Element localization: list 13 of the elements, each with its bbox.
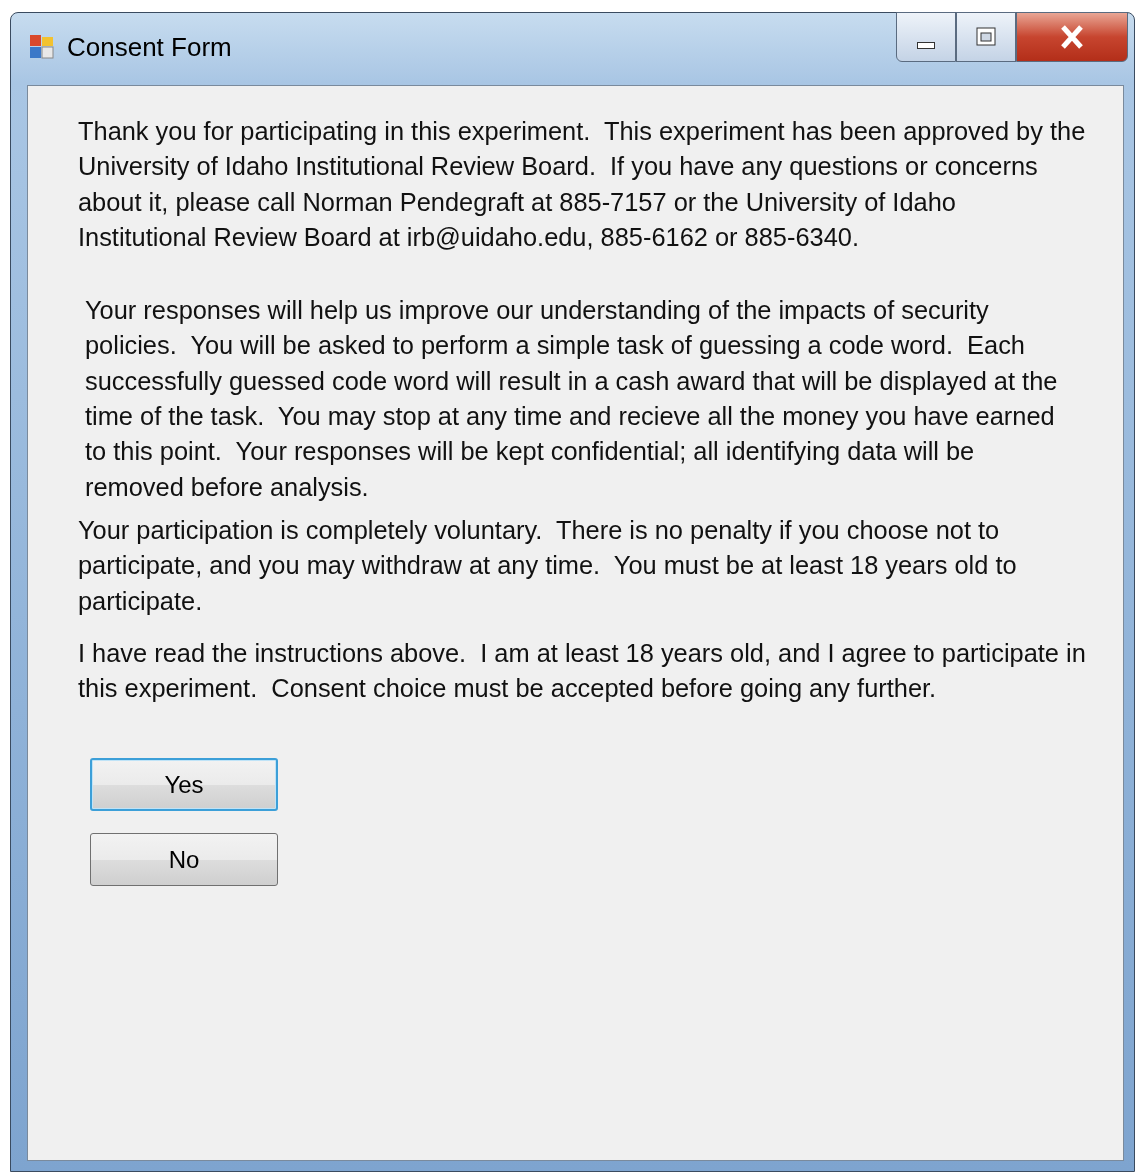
consent-paragraph: Thank you for participating in this experiment. This experiment has been approved by the University of Idaho Institutional Review Board. If you have any questions or concerns about it, please call Norman Pendegraft at 885-7157 or the University of Idaho Institutional Review Board at irb@uidaho.edu, 885-6162 or 885-6340. [78, 116, 1087, 253]
maximize-button[interactable] [956, 12, 1016, 62]
window-title: Consent Form [67, 31, 232, 63]
minimize-button[interactable] [896, 12, 956, 62]
consent-paragraph: Your participation is completely voluntary. There is no penalty if you choose not to participate, and you may withdraw at any time. You must be at least 18 years old to participate. [78, 514, 1018, 617]
consent-paragraph: I have read the instructions above. I am at least 18 years old, and I agree to participate in this experiment. Consent choice must be accepted before going any further. [78, 637, 1087, 705]
maximize-icon [974, 25, 998, 49]
no-button[interactable]: No [90, 833, 278, 887]
minimize-icon [917, 41, 935, 49]
close-button[interactable] [1016, 12, 1128, 62]
app-icon [29, 34, 55, 60]
consent-paragraph: Your responses will help us improve our understanding of the impacts of security policies. You will be asked to perform a simple task of guessing a code word. Each successfully guessed code word will result in a cash award that will be displayed at the time of the task. You may stop at any time and recieve all the money you have earned to this point. Your responses will be kept confidential; all identifying data will be removed before analysis. [85, 295, 1059, 503]
yes-button[interactable]: Yes [90, 758, 278, 812]
